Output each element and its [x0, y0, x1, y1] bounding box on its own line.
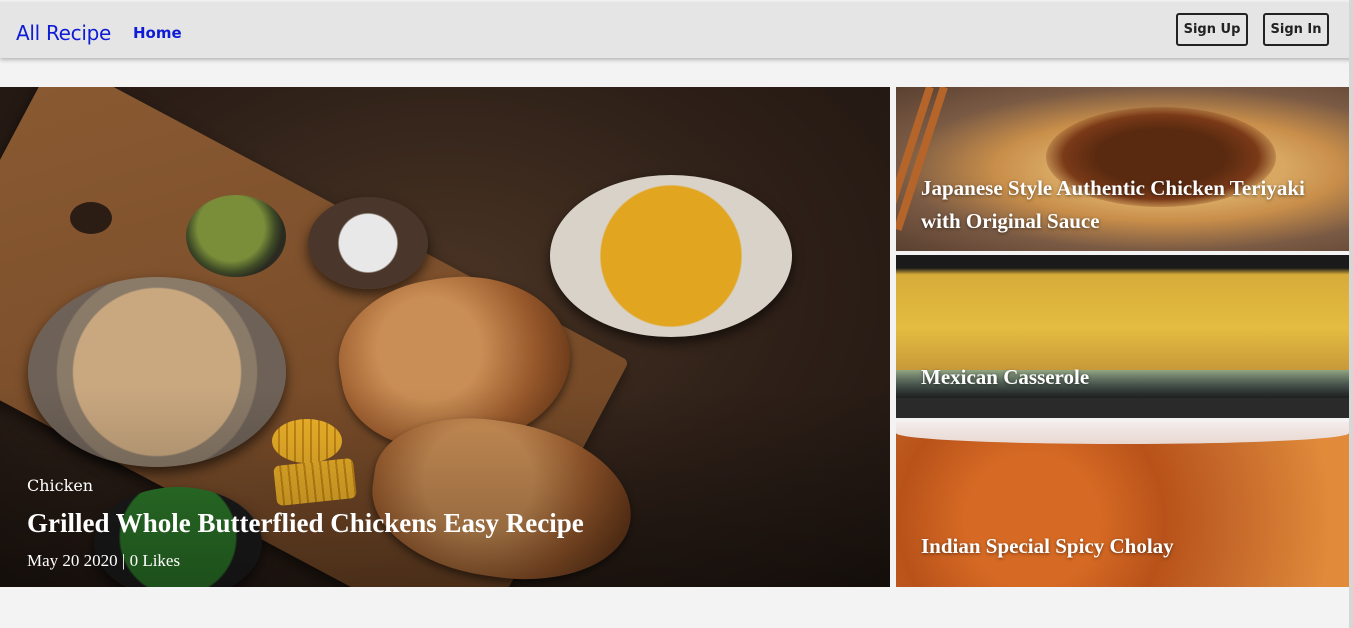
sign-up-button[interactable]: Sign Up: [1176, 13, 1248, 46]
recipe-card-title[interactable]: Indian Special Spicy Cholay: [921, 530, 1174, 563]
brand-logo[interactable]: All Recipe: [16, 21, 111, 45]
bowl-rim-image: [896, 422, 1349, 444]
recipe-card-title[interactable]: Japanese Style Authentic Chicken Teriyak…: [921, 172, 1341, 238]
sign-in-button[interactable]: Sign In: [1263, 13, 1329, 46]
featured-recipe-title[interactable]: Grilled Whole Butterflied Chickens Easy …: [27, 508, 584, 539]
corn-bowl-image: [550, 175, 792, 337]
nav-link-home[interactable]: Home: [133, 24, 182, 42]
navbar: All Recipe Home Sign Up Sign In: [0, 2, 1353, 58]
featured-recipe-card[interactable]: Chicken Grilled Whole Butterflied Chicke…: [0, 87, 890, 587]
recipe-card-cholay[interactable]: Indian Special Spicy Cholay: [896, 422, 1349, 587]
board-hole-image: [70, 202, 112, 234]
recipe-meta: May 20 2020 | 0 Likes: [27, 551, 181, 570]
salt-bowl-image: [308, 197, 428, 289]
recipe-card-title[interactable]: Mexican Casserole: [921, 361, 1089, 394]
recipe-card-teriyaki[interactable]: Japanese Style Authentic Chicken Teriyak…: [896, 87, 1349, 251]
scrollbar[interactable]: [1349, 0, 1353, 628]
recipe-card-casserole[interactable]: Mexican Casserole: [896, 255, 1349, 418]
recipe-category[interactable]: Chicken: [27, 476, 93, 495]
sauce-jar-image: [186, 195, 286, 277]
